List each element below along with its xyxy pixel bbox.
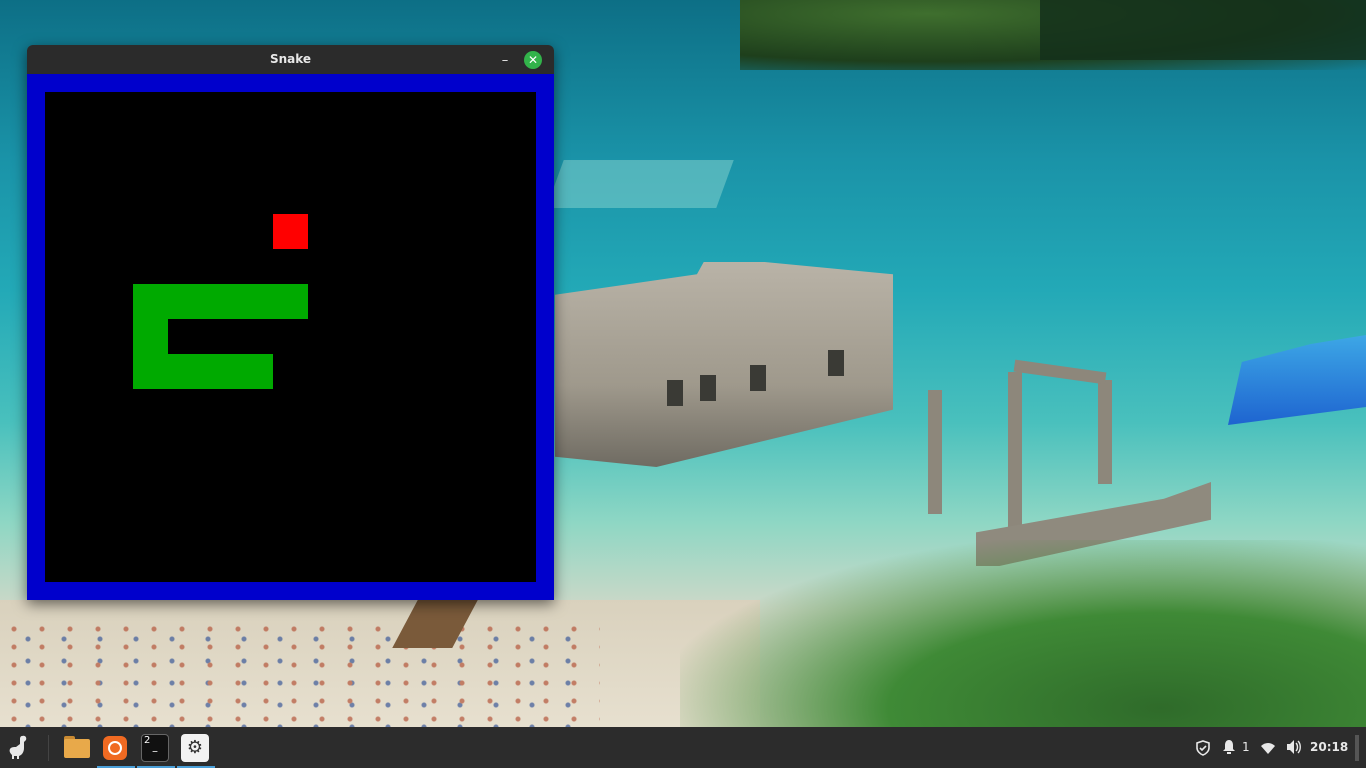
wallpaper-window xyxy=(700,375,716,401)
start-menu-button[interactable] xyxy=(0,727,38,768)
snake-segment xyxy=(203,284,238,319)
taskbar-firefox[interactable] xyxy=(97,727,135,768)
clock[interactable]: 20:18 xyxy=(1310,727,1350,768)
food-pellet xyxy=(273,214,308,249)
game-board[interactable] xyxy=(45,92,536,582)
wallpaper-window xyxy=(667,380,683,406)
wallpaper-pillar xyxy=(1008,372,1022,528)
gear-icon: ⚙ xyxy=(181,734,209,762)
taskbar-separator xyxy=(48,735,49,761)
firefox-icon xyxy=(101,734,129,762)
snake-segment xyxy=(203,354,238,389)
tray-notifications[interactable]: 1 xyxy=(1222,727,1254,768)
wallpaper-treeline xyxy=(1040,0,1366,60)
window-titlebar[interactable]: Snake – ✕ xyxy=(27,45,554,74)
wallpaper-window xyxy=(828,350,844,376)
minimize-button[interactable]: – xyxy=(496,49,514,69)
snake-segment xyxy=(238,284,273,319)
taskbar-files[interactable] xyxy=(58,727,96,768)
taskbar: 2 – ⚙ 1 20:18 xyxy=(0,727,1366,768)
taskbar-settings[interactable]: ⚙ xyxy=(177,727,215,768)
snake-segment xyxy=(133,319,168,354)
folder-icon xyxy=(62,734,90,762)
show-desktop-button[interactable] xyxy=(1355,735,1359,761)
snake-segment xyxy=(133,354,168,389)
tray-shield[interactable] xyxy=(1194,727,1212,768)
wifi-icon xyxy=(1261,743,1275,754)
terminal-icon: 2 – xyxy=(141,734,169,762)
wallpaper-beam xyxy=(1013,359,1107,385)
snake-head xyxy=(273,284,308,319)
dinosaur-icon xyxy=(9,735,27,759)
shield-icon xyxy=(1196,740,1210,756)
taskbar-terminal[interactable]: 2 – xyxy=(137,727,175,768)
close-button[interactable]: ✕ xyxy=(524,51,542,69)
wallpaper-foreground-trees xyxy=(680,540,1366,727)
volume-icon xyxy=(1287,740,1301,754)
game-border xyxy=(27,74,554,600)
snake-segment xyxy=(168,354,203,389)
window-title: Snake xyxy=(269,52,312,66)
snake-segment xyxy=(168,284,203,319)
snake-segment xyxy=(238,354,273,389)
wallpaper-beachgoers xyxy=(0,620,600,727)
wallpaper-inflatable-park xyxy=(1228,335,1366,425)
notification-bell-icon xyxy=(1223,740,1235,754)
snake-window[interactable]: Snake – ✕ xyxy=(27,45,554,600)
notification-count: 1 xyxy=(1242,740,1250,754)
snake-segment xyxy=(133,284,168,319)
window-count-badge: 2 xyxy=(144,735,151,746)
tray-volume[interactable] xyxy=(1284,727,1304,768)
wallpaper-pillar xyxy=(1098,380,1112,484)
tray-wifi[interactable] xyxy=(1259,727,1277,768)
wallpaper-pillar xyxy=(928,390,942,514)
wallpaper-submerged-deck xyxy=(546,160,734,208)
wallpaper-window xyxy=(750,365,766,391)
